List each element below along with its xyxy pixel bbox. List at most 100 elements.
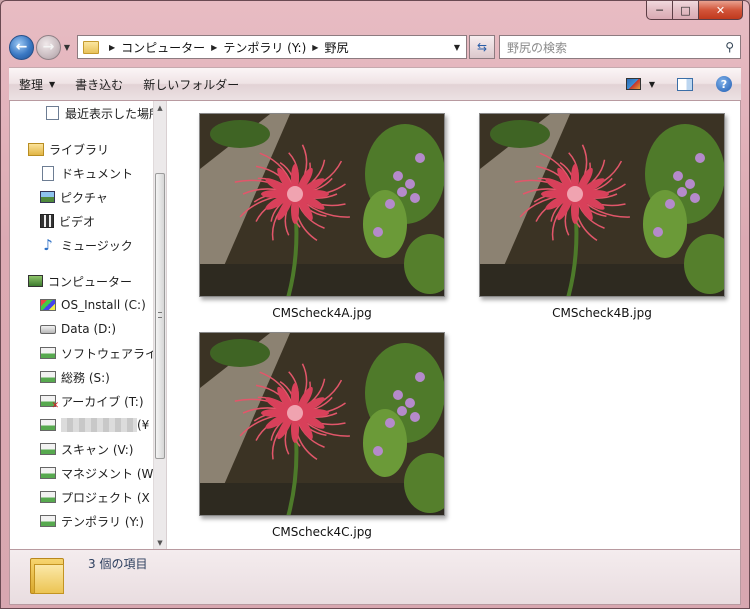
address-dropdown-icon[interactable]: ▼: [454, 43, 460, 52]
disconnected-drive-icon: [40, 395, 59, 411]
sidebar-item-label: マネジメント (W: [61, 466, 153, 481]
documents-icon: [42, 165, 54, 181]
sidebar-item[interactable]: マネジメント (W: [10, 461, 153, 485]
sidebar-item[interactable]: スキャン (V:): [10, 437, 153, 461]
help-icon: ?: [716, 76, 732, 92]
scrollbar-thumb[interactable]: [155, 173, 165, 459]
sidebar-item[interactable]: テンポラリ (Y:): [10, 509, 153, 533]
breadcrumb-current-folder[interactable]: 野尻: [324, 39, 348, 56]
burn-button[interactable]: 書き込む: [65, 76, 133, 93]
scroll-down-icon[interactable]: ▼: [154, 536, 166, 549]
back-button[interactable]: ←: [9, 34, 34, 60]
address-bar[interactable]: ▶ コンピューター ▶ テンポラリ (Y:) ▶ 野尻 ▼: [77, 35, 467, 59]
forward-arrow-icon: →: [42, 39, 55, 55]
sidebar-item-label: ビデオ: [59, 214, 96, 229]
file-item[interactable]: CMScheck4C.jpg: [192, 332, 452, 539]
navigation-scrollbar[interactable]: ▲ ▼: [153, 101, 166, 549]
details-pane: 3 個の項目: [9, 549, 741, 605]
help-button[interactable]: ?: [713, 73, 735, 95]
caption-buttons: ─ □ ✕: [646, 1, 743, 20]
preview-pane-button[interactable]: [674, 73, 696, 95]
navigation-list: 最近表示した場所ライブラリドキュメントピクチャビデオ ♪ ミュージックコンピューター…: [10, 101, 153, 533]
file-item[interactable]: CMScheck4A.jpg: [192, 113, 452, 320]
scroll-grip-icon: [158, 312, 162, 318]
toolbar-right: ▼ ?: [621, 73, 741, 95]
folder-icon: [83, 40, 99, 54]
new-folder-button[interactable]: 新しいフォルダー: [133, 76, 249, 93]
file-name[interactable]: CMScheck4B.jpg: [472, 306, 732, 320]
sidebar-item-label: 総務 (S:): [61, 370, 110, 385]
change-view-button[interactable]: ▼: [625, 73, 655, 95]
sidebar-item-label: Data (D:): [61, 322, 117, 336]
sidebar-item[interactable]: アーカイブ (T:): [10, 389, 153, 413]
sidebar-item[interactable]: 最近表示した場所: [10, 101, 153, 125]
chevron-down-icon: ▼: [49, 79, 56, 89]
pictures-icon: [40, 191, 55, 203]
sidebar-item-label: (¥: [137, 418, 150, 432]
network-drive-icon: [40, 419, 56, 431]
back-arrow-icon: ←: [15, 39, 28, 55]
navigation-pane: 最近表示した場所ライブラリドキュメントピクチャビデオ ♪ ミュージックコンピューター…: [10, 101, 167, 549]
sidebar-item[interactable]: コンピューター: [10, 269, 153, 293]
sidebar-item[interactable]: (¥: [10, 413, 153, 437]
burn-label: 書き込む: [75, 77, 124, 92]
videos-icon: [40, 214, 54, 228]
sidebar-item[interactable]: ドキュメント: [10, 161, 153, 185]
sidebar-item[interactable]: OS_Install (C:): [10, 293, 153, 317]
search-placeholder: 野尻の検索: [507, 40, 568, 55]
search-input[interactable]: 野尻の検索 ⚲: [499, 35, 741, 59]
organize-menu[interactable]: 整理 ▼: [9, 76, 65, 93]
breadcrumb-separator-icon[interactable]: ▶: [211, 43, 217, 52]
network-drive-icon: [40, 515, 56, 527]
sidebar-item-label: アーカイブ (T:): [61, 394, 144, 409]
image-thumbnail[interactable]: [479, 113, 725, 297]
refresh-button[interactable]: ⇆: [469, 35, 495, 59]
sidebar-item[interactable]: ソフトウェアライ: [10, 341, 153, 365]
sidebar-item-label: ピクチャ: [60, 190, 108, 205]
network-drive-icon: [40, 443, 56, 455]
new-folder-label: 新しいフォルダー: [143, 77, 240, 92]
sidebar-item[interactable]: ♪ ミュージック: [10, 233, 153, 257]
sidebar-item[interactable]: 総務 (S:): [10, 365, 153, 389]
sidebar-item-label: ライブラリ: [49, 142, 110, 157]
explorer-window: ─ □ ✕ ← → ▼ ▶ コンピューター ▶ テンポラリ (Y:) ▶ 野尻 …: [0, 0, 750, 609]
network-drive-icon: [40, 491, 56, 503]
network-drive-icon: [40, 467, 56, 479]
image-thumbnail[interactable]: [199, 332, 445, 516]
sidebar-item-label: ミュージック: [61, 238, 133, 253]
redacted-label: [61, 418, 137, 432]
breadcrumb-separator-icon[interactable]: ▶: [312, 43, 318, 52]
recent-places-icon: [46, 106, 59, 120]
forward-button[interactable]: →: [36, 34, 61, 60]
breadcrumb-temporary-drive[interactable]: テンポラリ (Y:): [223, 39, 306, 56]
search-icon[interactable]: ⚲: [725, 40, 734, 54]
sidebar-item-label: 最近表示した場所: [65, 106, 153, 121]
file-item[interactable]: CMScheck4B.jpg: [472, 113, 732, 320]
file-list: CMScheck4A.jpg CMScheck4B.jpg CMScheck4C.j…: [168, 101, 740, 549]
close-button[interactable]: ✕: [699, 1, 743, 20]
breadcrumb: ▶ コンピューター ▶ テンポラリ (Y:) ▶ 野尻: [103, 39, 348, 56]
breadcrumb-computer[interactable]: コンピューター: [121, 39, 205, 56]
maximize-button[interactable]: □: [673, 1, 699, 20]
sidebar-item[interactable]: プロジェクト (X: [10, 485, 153, 509]
file-name[interactable]: CMScheck4C.jpg: [192, 525, 452, 539]
minimize-button[interactable]: ─: [646, 1, 673, 20]
sidebar-item[interactable]: Data (D:): [10, 317, 153, 341]
breadcrumb-separator-icon[interactable]: ▶: [109, 43, 115, 52]
view-icon: [625, 78, 641, 90]
music-icon: ♪: [43, 236, 53, 254]
scroll-up-icon[interactable]: ▲: [154, 101, 166, 114]
chevron-down-icon[interactable]: ▼: [649, 80, 655, 89]
command-bar: 整理 ▼ 書き込む 新しいフォルダー ▼ ?: [9, 67, 741, 101]
sidebar-item[interactable]: ピクチャ: [10, 185, 153, 209]
drive-icon: [40, 324, 56, 334]
image-thumbnail[interactable]: [199, 113, 445, 297]
file-name[interactable]: CMScheck4A.jpg: [192, 306, 452, 320]
preview-pane-icon: [677, 77, 693, 91]
sidebar-item[interactable]: ライブラリ: [10, 137, 153, 161]
recent-pages-dropdown[interactable]: ▼: [61, 43, 73, 52]
sidebar-item-label: スキャン (V:): [61, 442, 134, 457]
sidebar-item[interactable]: ビデオ: [10, 209, 153, 233]
sidebar-item-label: コンピューター: [48, 274, 133, 289]
organize-label: 整理: [19, 77, 44, 92]
